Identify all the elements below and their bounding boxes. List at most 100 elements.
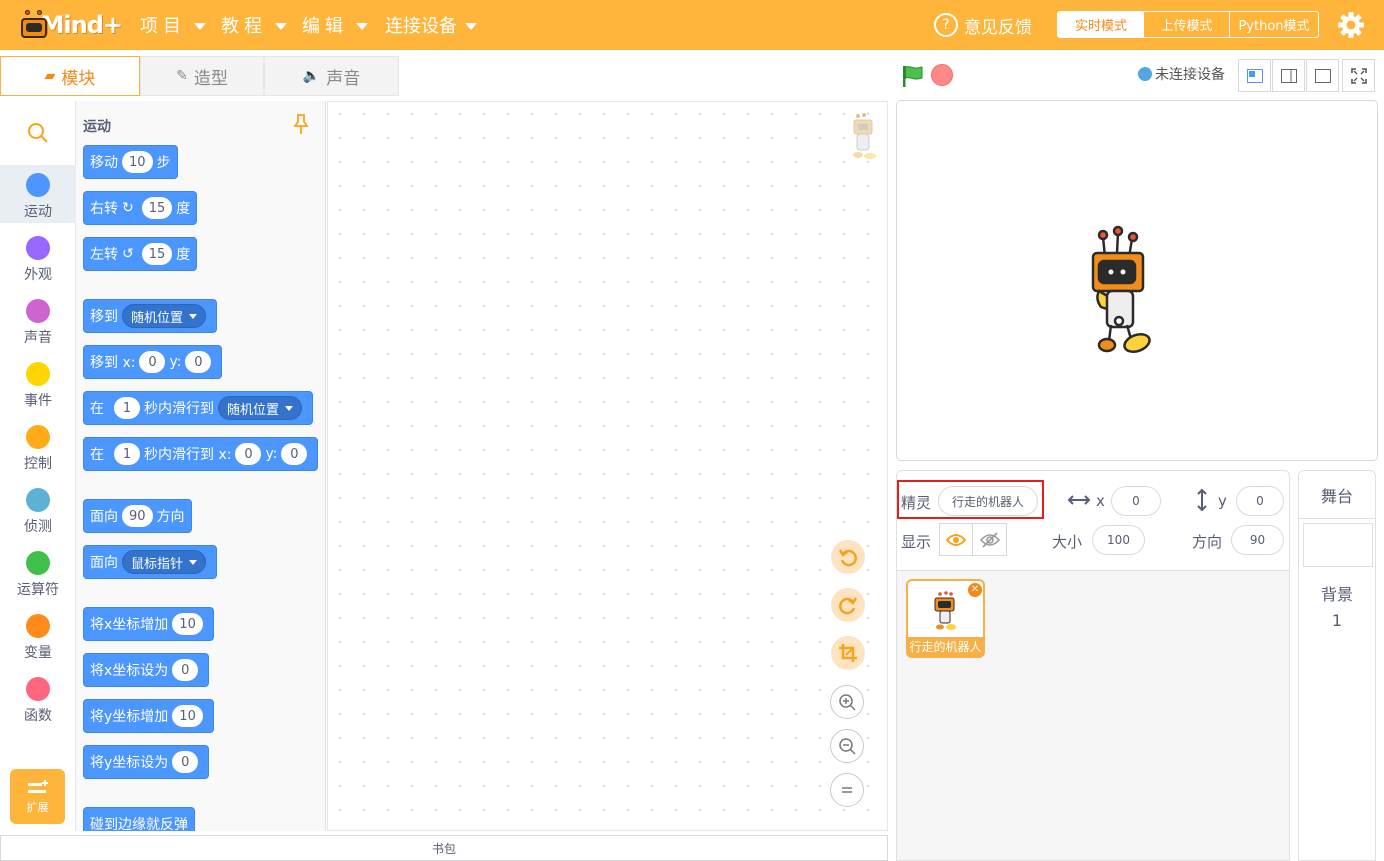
menu-edit[interactable]: 编辑 [302, 0, 368, 50]
robot-sprite[interactable] [1087, 225, 1157, 360]
block-change-x[interactable]: 将x坐标增加 10 [83, 607, 214, 641]
category-control[interactable]: 控制 [0, 417, 76, 475]
zoom-out-button[interactable] [830, 729, 864, 763]
block-text: y: [265, 446, 278, 462]
category-variables[interactable]: 变量 [0, 606, 76, 664]
block-glide-xy[interactable]: 在 1 秒内滑行到 x: 0 y: 0 [83, 437, 319, 471]
category-label: 事件 [24, 393, 52, 409]
category-sensing[interactable]: 侦测 [0, 480, 76, 538]
block-number-input[interactable]: 10 [172, 705, 203, 727]
category-label: 侦测 [24, 519, 52, 535]
extension-label: 扩展 [26, 800, 49, 814]
block-number-input[interactable]: 15 [141, 243, 173, 265]
stop-icon[interactable] [931, 64, 953, 86]
block-number-input[interactable]: 1 [114, 443, 140, 465]
x-position-input[interactable]: 0 [1111, 486, 1161, 516]
layout-normal-stage-button[interactable] [1272, 59, 1305, 92]
pin-icon[interactable] [291, 113, 311, 135]
show-sprite-button[interactable] [939, 523, 973, 556]
y-position-input[interactable]: 0 [1236, 486, 1284, 516]
category-dot-icon [26, 488, 50, 512]
block-number-input[interactable]: 15 [141, 197, 173, 219]
block-number-input[interactable]: 0 [281, 443, 308, 465]
equals-icon [842, 787, 852, 793]
menu-tutorial[interactable]: 教程 [221, 0, 287, 50]
block-glide-to[interactable]: 在 1 秒内滑行到 随机位置 [83, 391, 314, 425]
clean-up-button[interactable] [831, 636, 865, 670]
redo-button[interactable] [831, 588, 865, 622]
chevron-down-icon [465, 23, 477, 30]
menu-project[interactable]: 项目 [140, 0, 206, 50]
sprite-name-input[interactable]: 行走的机器人 [938, 486, 1038, 516]
block-change-y[interactable]: 将y坐标增加 10 [83, 699, 214, 733]
tab-sounds[interactable]: 🔈 声音 [264, 56, 399, 96]
sprite-tile[interactable]: ✕ 行走的机器人 [906, 579, 985, 658]
block-number-input[interactable]: 0 [139, 351, 166, 373]
undo-button[interactable] [831, 540, 865, 574]
zoom-reset-button[interactable] [830, 773, 864, 807]
tab-blocks[interactable]: ▰ 模块 [0, 56, 140, 96]
gear-icon[interactable] [1337, 11, 1365, 39]
device-status: 未连接设备 [1138, 64, 1225, 84]
menu-connect-device[interactable]: 连接设备 [385, 0, 477, 50]
undo-icon [838, 549, 857, 567]
stage-canvas[interactable] [896, 100, 1378, 461]
block-text: 将x坐标增加 [90, 617, 169, 633]
block-turn-left[interactable]: 左转 ↺ 15 度 [83, 237, 198, 271]
block-number-input[interactable]: 0 [172, 751, 199, 773]
extension-button[interactable]: 扩展 [10, 769, 65, 824]
zoom-in-button[interactable] [830, 685, 864, 719]
hide-sprite-button[interactable] [972, 523, 1007, 556]
layout-small-stage-button[interactable] [1238, 59, 1271, 92]
tab-costumes[interactable]: ✎ 造型 [140, 56, 264, 96]
block-number-input[interactable]: 0 [172, 659, 199, 681]
backpack-bar[interactable]: 书包 [0, 835, 888, 861]
block-goto[interactable]: 移到 随机位置 [83, 299, 218, 333]
category-motion[interactable]: 运动 [0, 165, 76, 223]
size-input[interactable]: 100 [1092, 525, 1145, 555]
green-flag-icon[interactable] [900, 64, 924, 88]
block-number-input[interactable]: 1 [114, 397, 140, 419]
block-set-y[interactable]: 将y坐标设为 0 [83, 745, 210, 779]
block-set-x[interactable]: 将x坐标设为 0 [83, 653, 210, 687]
block-goto-xy[interactable]: 移到 x: 0 y: 0 [83, 345, 223, 379]
size-label: 大小 [1052, 533, 1083, 551]
block-number-input[interactable]: 90 [122, 505, 153, 527]
mode-realtime[interactable]: 实时模式 [1058, 12, 1144, 37]
block-number-input[interactable]: 0 [235, 443, 262, 465]
block-text: 在 [90, 447, 104, 463]
eye-off-icon [979, 531, 1000, 548]
mode-upload[interactable]: 上传模式 [1144, 12, 1230, 37]
category-sound[interactable]: 声音 [0, 291, 76, 349]
block-dropdown[interactable]: 鼠标指针 [122, 550, 207, 574]
mode-python[interactable]: Python模式 [1230, 12, 1318, 37]
block-search-button[interactable] [0, 113, 76, 153]
block-point-towards[interactable]: 面向 鼠标指针 [83, 545, 218, 579]
block-bounce-on-edge[interactable]: 碰到边缘就反弹 [83, 807, 195, 831]
delete-sprite-icon[interactable]: ✕ [968, 583, 982, 597]
category-events[interactable]: 事件 [0, 354, 76, 412]
block-dropdown[interactable]: 随机位置 [122, 304, 207, 328]
horizontal-arrows-icon [1067, 495, 1091, 505]
category-operators[interactable]: 运算符 [0, 543, 76, 601]
menu-tutorial-label: 教程 [221, 16, 267, 37]
block-number-input[interactable]: 0 [185, 351, 212, 373]
mindplus-logo[interactable]: Mind+ [18, 6, 123, 44]
block-move-steps[interactable]: 移动 10 步 [83, 145, 178, 179]
block-number-input[interactable]: 10 [122, 151, 153, 173]
block-number-input[interactable]: 10 [172, 613, 203, 635]
block-point-direction[interactable]: 面向 90 方向 [83, 499, 192, 533]
category-functions[interactable]: 函数 [0, 669, 76, 727]
category-label: 运动 [24, 204, 52, 220]
sprite-watermark-icon [853, 113, 876, 159]
layout-hide-stage-button[interactable] [1306, 59, 1339, 92]
direction-input[interactable]: 90 [1231, 525, 1284, 555]
code-workspace[interactable] [327, 101, 888, 831]
block-dropdown[interactable]: 随机位置 [218, 396, 303, 420]
category-label: 控制 [24, 456, 52, 472]
fullscreen-button[interactable] [1342, 59, 1375, 92]
feedback-button[interactable]: ? 意见反馈 [934, 12, 1032, 38]
category-looks[interactable]: 外观 [0, 228, 76, 286]
stage-selector[interactable]: 舞台 背景 1 [1298, 470, 1376, 861]
block-turn-right[interactable]: 右转 ↻ 15 度 [83, 191, 198, 225]
